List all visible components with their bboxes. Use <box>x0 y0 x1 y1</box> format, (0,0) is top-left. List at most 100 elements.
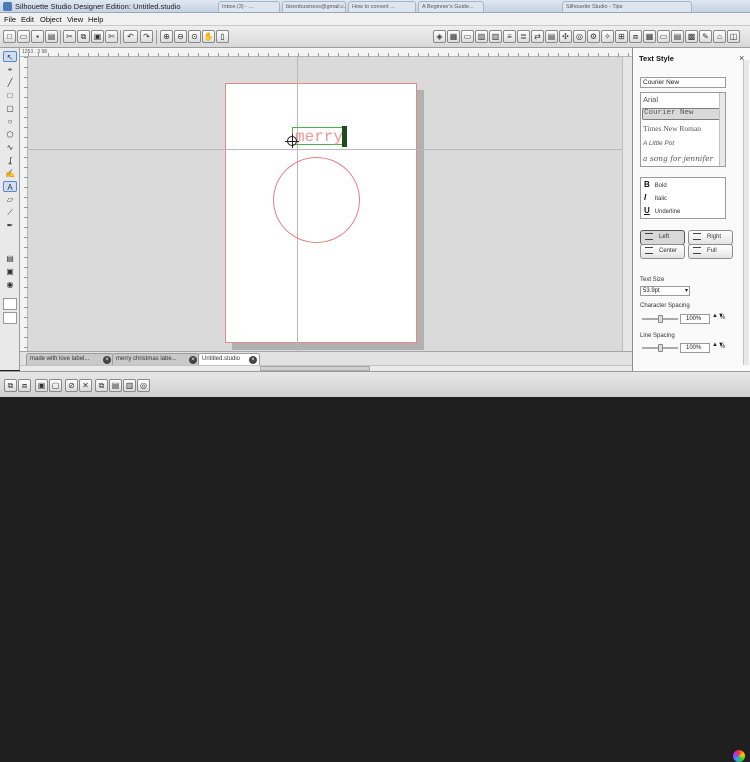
compound-icon[interactable]: ▣ <box>35 379 48 392</box>
copy-icon[interactable]: ⧉ <box>77 30 90 43</box>
menu-help[interactable]: Help <box>88 15 103 24</box>
close-icon[interactable]: × <box>249 356 257 364</box>
release-compound-icon[interactable]: ▢ <box>49 379 62 392</box>
texture-icon[interactable]: ▩ <box>685 30 698 43</box>
line-tool-icon[interactable]: ╱ <box>3 77 17 88</box>
font-item-courier-new[interactable]: Courier New <box>642 108 724 120</box>
align-left-button[interactable]: Left <box>640 230 685 245</box>
grid-icon[interactable]: ▥ <box>489 30 502 43</box>
browser-tab-3[interactable]: How to convert ... <box>348 1 416 12</box>
menu-view[interactable]: View <box>67 15 83 24</box>
sketch-icon[interactable]: ✎ <box>699 30 712 43</box>
polygon-tool-icon[interactable]: ⬠ <box>3 129 17 140</box>
close-icon[interactable]: × <box>103 356 111 364</box>
doc-tab-active[interactable]: Untitled.studio × <box>198 353 260 365</box>
slider-knob[interactable] <box>658 315 663 323</box>
panel-slot-2[interactable] <box>3 312 17 324</box>
fill-color-icon[interactable]: ◈ <box>433 30 446 43</box>
globe-icon[interactable]: ◉ <box>3 279 17 290</box>
weld-icon[interactable]: ⊘ <box>65 379 78 392</box>
menu-file[interactable]: File <box>4 15 16 24</box>
cut-view-icon[interactable]: ▣ <box>3 266 17 277</box>
modify-icon[interactable]: ✣ <box>559 30 572 43</box>
text-style-icon[interactable]: ≣ <box>517 30 530 43</box>
color-wheel-icon[interactable] <box>733 750 745 762</box>
send-back-icon[interactable]: ▥ <box>123 379 136 392</box>
redo-icon[interactable]: ↷ <box>140 30 153 43</box>
cut-settings-icon[interactable]: ⊞ <box>615 30 628 43</box>
shadow-icon[interactable]: ▨ <box>475 30 488 43</box>
rounded-rect-icon[interactable]: ▢ <box>3 103 17 114</box>
new-icon[interactable]: □ <box>3 30 16 43</box>
browser-tab-1[interactable]: Inbox (3) - ... <box>218 1 280 12</box>
bring-front-icon[interactable]: ▤ <box>109 379 122 392</box>
text-tool-icon[interactable]: A <box>3 181 17 192</box>
line-color-icon[interactable]: ▦ <box>447 30 460 43</box>
align-icon[interactable]: ≡ <box>503 30 516 43</box>
browser-tab-2[interactable]: bizenbusiness@gmail.c... <box>282 1 346 12</box>
group-icon[interactable]: ⧉ <box>4 379 17 392</box>
duplicate-icon[interactable]: ⧉ <box>95 379 108 392</box>
send-icon[interactable]: ⧈ <box>629 30 642 43</box>
pan-icon[interactable]: ✋ <box>202 30 215 43</box>
line-spacing-input[interactable]: 100% <box>680 343 710 353</box>
text-object[interactable]: merry <box>292 127 345 146</box>
ellipse-tool-icon[interactable]: ○ <box>3 116 17 127</box>
line-style-icon[interactable]: ▭ <box>461 30 474 43</box>
cut-icon[interactable]: ✂ <box>63 30 76 43</box>
ruler-icon[interactable]: ▭ <box>657 30 670 43</box>
doc-tab-1[interactable]: made with love label... × <box>26 353 114 365</box>
line-spacing-slider[interactable] <box>642 344 678 352</box>
fill-pattern-icon[interactable]: ◎ <box>137 379 150 392</box>
character-spacing-slider[interactable] <box>642 315 678 323</box>
open-icon[interactable]: ▭ <box>17 30 30 43</box>
page-setup-icon[interactable]: ✧ <box>601 30 614 43</box>
close-icon[interactable]: × <box>189 356 197 364</box>
library-view-icon[interactable]: ◫ <box>727 30 740 43</box>
smooth-freehand-icon[interactable]: ✍ <box>3 168 17 179</box>
font-item-arial[interactable]: Arial <box>643 95 658 104</box>
browser-tab-5[interactable]: Silhouette Studio - Tips <box>562 1 692 12</box>
doc-tab-2[interactable]: merry christmas labe... × <box>112 353 200 365</box>
align-right-button[interactable]: Right <box>688 230 733 245</box>
font-item-little-pot[interactable]: A Little Pot <box>643 140 674 147</box>
menu-object[interactable]: Object <box>40 15 62 24</box>
circle-shape[interactable] <box>273 157 360 243</box>
slider-knob[interactable] <box>658 344 663 352</box>
grid-settings-icon[interactable]: ▦ <box>643 30 656 43</box>
page-view-icon[interactable]: ▤ <box>3 253 17 264</box>
scissors-icon[interactable]: ✄ <box>105 30 118 43</box>
rectangle-tool-icon[interactable]: □ <box>3 90 17 101</box>
zoom-in-icon[interactable]: ⊕ <box>160 30 173 43</box>
canvas-vertical-scrollbar[interactable] <box>622 57 632 351</box>
zoom-select-icon[interactable]: ⊙ <box>188 30 201 43</box>
ungroup-icon[interactable]: ⧈ <box>18 379 31 392</box>
zoom-out-icon[interactable]: ⊖ <box>174 30 187 43</box>
delete-icon[interactable]: ✕ <box>79 379 92 392</box>
browser-tab-4[interactable]: A Beginner's Guide... <box>418 1 484 12</box>
align-full-button[interactable]: Full <box>688 244 733 259</box>
replicate-icon[interactable]: ▤ <box>545 30 558 43</box>
italic-option[interactable]: I Italic <box>644 193 667 206</box>
font-list[interactable]: Arial Courier New Times New Roman A Litt… <box>640 92 726 167</box>
font-item-times-new-roman[interactable]: Times New Roman <box>643 124 701 133</box>
eyedropper-icon[interactable]: ✒ <box>3 220 17 231</box>
paste-icon[interactable]: ▣ <box>91 30 104 43</box>
layers-icon[interactable]: ▤ <box>671 30 684 43</box>
undo-icon[interactable]: ↶ <box>123 30 138 43</box>
panel-slot-1[interactable] <box>3 298 17 310</box>
trace-icon[interactable]: ⚙ <box>587 30 600 43</box>
align-center-button[interactable]: Center <box>640 244 685 259</box>
panel-scrollbar[interactable] <box>743 60 749 365</box>
font-item-song-for-jennifer[interactable]: a song for jennifer <box>643 154 713 163</box>
underline-option[interactable]: U Underline <box>644 206 680 219</box>
curve-tool-icon[interactable]: ∿ <box>3 142 17 153</box>
select-tool-icon[interactable]: ↖ <box>3 51 17 62</box>
bold-option[interactable]: B Bold <box>644 180 667 193</box>
text-size-input[interactable]: 53.9pt ▾ <box>640 286 690 296</box>
save-icon[interactable]: ▪ <box>31 30 44 43</box>
freehand-icon[interactable]: ʆ <box>3 155 17 166</box>
store-icon[interactable]: ⌂ <box>713 30 726 43</box>
fit-page-icon[interactable]: ▯ <box>216 30 229 43</box>
chevron-down-icon[interactable]: ▾ <box>685 287 688 295</box>
